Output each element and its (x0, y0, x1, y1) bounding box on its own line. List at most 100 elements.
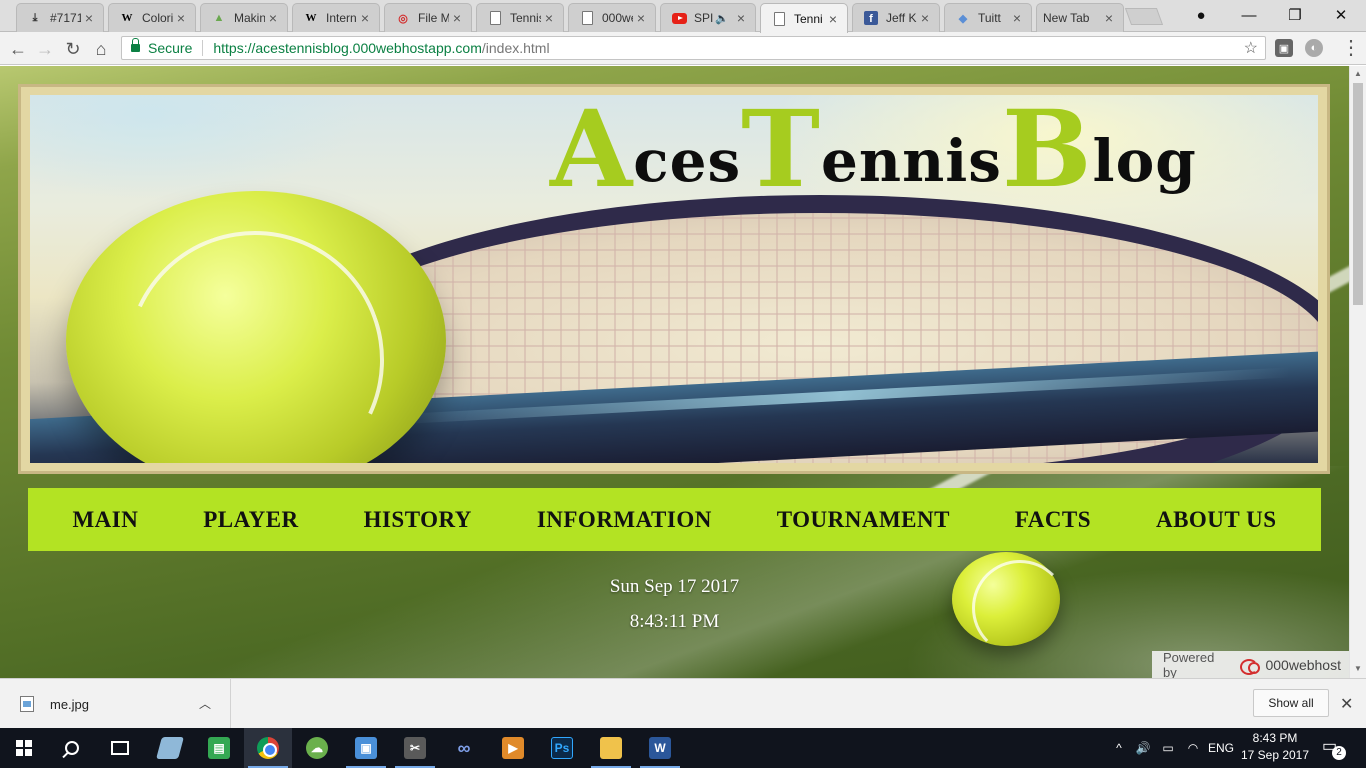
000webhost-icon: ◎ (398, 12, 408, 25)
address-bar[interactable]: Secure https://acestennisblog.000webhost… (121, 36, 1266, 60)
page-icon (771, 11, 787, 27)
taskbar-app-cloud[interactable]: ☁ (293, 728, 341, 768)
tab-label: SPI (694, 11, 714, 25)
nav-about-us[interactable]: ABOUT US (1156, 507, 1277, 533)
folder-icon (600, 737, 622, 759)
tab-2[interactable]: W Colori × (108, 3, 196, 32)
close-icon[interactable]: × (449, 10, 465, 26)
nav-history[interactable]: HISTORY (364, 507, 472, 533)
tab-label: Tuitt (978, 11, 1001, 25)
home-button[interactable]: ⌂ (88, 36, 114, 62)
page-scrollbar[interactable]: ▲ ▼ (1349, 66, 1366, 678)
close-icon[interactable]: × (357, 10, 373, 26)
banner-tennis-ball (66, 191, 446, 463)
taskbar-app-screen[interactable]: ▣ (342, 728, 390, 768)
extension-2-icon[interactable]: ◐ (1305, 39, 1323, 57)
pen-app-icon (156, 737, 184, 759)
tab-8[interactable]: SPI 🔈 × (660, 3, 756, 32)
time-display: 8:43:11 PM (629, 611, 720, 632)
speaker-icon[interactable]: 🔈 (715, 12, 729, 25)
nav-tournament[interactable]: TOURNAMENT (777, 507, 950, 533)
profile-icon[interactable]: ● (1178, 0, 1224, 30)
taskbar-app-explorer[interactable] (587, 728, 635, 768)
taskbar-app-chrome[interactable] (244, 728, 292, 768)
tab-9-active[interactable]: Tenni × (760, 3, 848, 33)
tray-chevron-up-icon[interactable]: ^ (1110, 728, 1128, 768)
notifications-button[interactable]: ▭ 2 (1322, 736, 1346, 760)
close-icon[interactable]: × (1101, 10, 1117, 26)
language-indicator[interactable]: ENG (1206, 728, 1236, 768)
forward-button[interactable]: → (32, 36, 58, 62)
close-icon[interactable]: × (81, 10, 97, 26)
tab-11[interactable]: ◆ Tuitt × (944, 3, 1032, 32)
new-tab-button[interactable] (1124, 8, 1164, 25)
taskbar-app-media[interactable]: ▶ (489, 728, 537, 768)
taskbar: ▤ ☁ ▣ ✂ ∞ ▶ Ps W ^ 🔊 ▭ ◠ ENG 8:43 PM 17 … (0, 728, 1366, 768)
tab-7[interactable]: 000we × (568, 3, 656, 32)
nav-player[interactable]: PLAYER (203, 507, 298, 533)
title-cap-a: A (550, 95, 634, 211)
bookmark-star-icon[interactable]: ☆ (1244, 38, 1258, 58)
task-view-button[interactable] (96, 728, 144, 768)
reload-button[interactable]: ↻ (60, 36, 86, 62)
tab-strip: ⤓ #7171 × W Colori × ▲ Makin × W Intern … (0, 0, 1366, 33)
secure-label: Secure (148, 40, 204, 56)
wifi-icon[interactable]: ◠ (1182, 728, 1204, 768)
close-icon[interactable]: × (633, 10, 649, 26)
tab-10[interactable]: f Jeff Ki × (852, 3, 940, 32)
scroll-up-icon[interactable]: ▲ (1350, 66, 1366, 82)
taskbar-app-tools[interactable]: ✂ (391, 728, 439, 768)
close-icon[interactable]: × (825, 11, 841, 27)
close-icon[interactable]: × (173, 10, 189, 26)
tab-4[interactable]: W Intern × (292, 3, 380, 32)
tab-label: #7171 (50, 11, 81, 25)
scroll-thumb[interactable] (1353, 83, 1363, 305)
tab-1[interactable]: ⤓ #7171 × (16, 3, 104, 32)
chevron-up-icon[interactable]: ︿ (199, 695, 211, 712)
tab-12[interactable]: New Tab × (1036, 3, 1124, 32)
photoshop-icon: Ps (551, 737, 573, 759)
windows-icon (16, 740, 32, 756)
search-icon (65, 741, 79, 755)
show-all-button[interactable]: Show all (1253, 689, 1329, 717)
tab-5[interactable]: ◎ File M × (384, 3, 472, 32)
taskbar-app-photoshop[interactable]: Ps (538, 728, 586, 768)
menu-icon[interactable]: ⋮ (1341, 38, 1361, 60)
tab-3[interactable]: ▲ Makin × (200, 3, 288, 32)
nav-main[interactable]: MAIN (72, 507, 138, 533)
taskbar-app-word[interactable]: W (636, 728, 684, 768)
tab-label: 000we (602, 11, 633, 25)
tab-6[interactable]: Tennis × (476, 3, 564, 32)
tab-label: Tenni (794, 11, 823, 26)
battery-icon[interactable]: ▭ (1158, 728, 1178, 768)
close-icon[interactable]: × (541, 10, 557, 26)
start-button[interactable] (0, 728, 48, 768)
taskbar-clock[interactable]: 8:43 PM 17 Sep 2017 (1238, 730, 1312, 764)
volume-icon[interactable]: 🔊 (1132, 728, 1154, 768)
taskbar-app-infinity[interactable]: ∞ (440, 728, 488, 768)
task-view-icon (111, 741, 129, 755)
nav-information[interactable]: INFORMATION (537, 507, 712, 533)
window-close-button[interactable]: ✕ (1318, 0, 1364, 30)
scroll-down-icon[interactable]: ▼ (1350, 661, 1366, 677)
taskbar-app-sheets[interactable]: ▤ (195, 728, 243, 768)
download-item[interactable]: me.jpg ︿ (0, 679, 231, 729)
close-icon[interactable]: × (1009, 10, 1025, 26)
powered-by-badge[interactable]: Powered by 000webhost (1152, 650, 1349, 678)
page-icon (579, 10, 595, 26)
close-icon[interactable]: × (917, 10, 933, 26)
restore-button[interactable]: ❐ (1272, 0, 1318, 30)
tab-label: Colori (142, 11, 173, 25)
nav-facts[interactable]: FACTS (1015, 507, 1091, 533)
search-button[interactable] (48, 728, 96, 768)
close-icon[interactable]: × (733, 10, 749, 26)
minimize-button[interactable]: — (1226, 0, 1272, 30)
close-icon[interactable]: × (265, 10, 281, 26)
download-icon: ⤓ (32, 11, 38, 24)
chrome-icon (257, 737, 279, 759)
close-icon[interactable]: ✕ (1340, 694, 1353, 714)
back-button[interactable]: ← (5, 36, 31, 62)
sheets-icon: ▤ (208, 737, 230, 759)
taskbar-app-pen[interactable] (146, 728, 194, 768)
extension-icon[interactable]: ▣ (1275, 39, 1293, 57)
